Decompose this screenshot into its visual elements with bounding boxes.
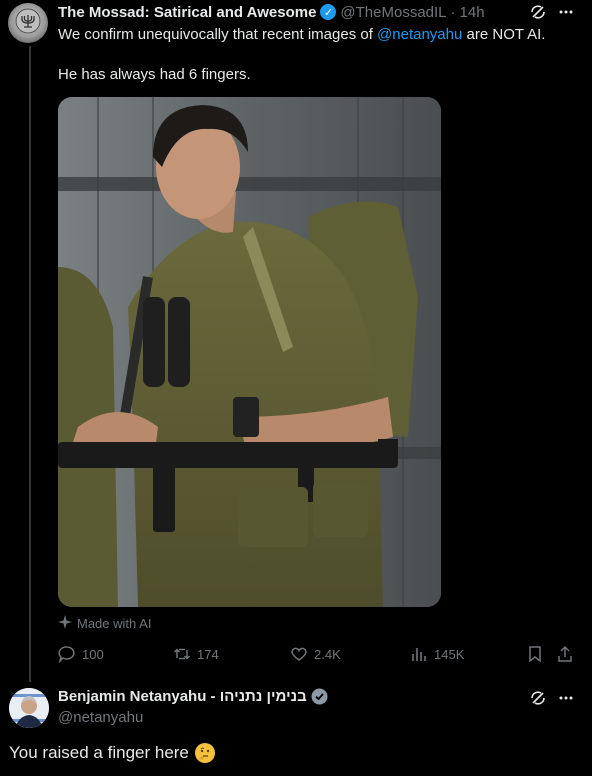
ai-sparkle-icon <box>58 615 72 632</box>
mention-link[interactable]: @netanyahu <box>377 26 462 43</box>
netanyahu-avatar[interactable] <box>9 688 49 728</box>
verified-badge-icon: ✓ <box>320 4 337 20</box>
netanyahu-photo-icon <box>9 688 49 728</box>
tweet-text-line2: He has always had 6 fingers. <box>58 66 251 83</box>
made-with-ai-label[interactable]: Made with AI <box>58 615 151 632</box>
views-count: 145K <box>434 646 465 662</box>
reply-handle[interactable]: @netanyahu <box>58 709 143 726</box>
bookmark-button[interactable] <box>526 645 544 663</box>
thread-connector-line <box>29 46 31 682</box>
thinking-face-icon <box>194 743 215 763</box>
like-count: 2.4K <box>314 646 341 662</box>
tweet-action-bar: 100 174 2.4K 145K <box>58 645 578 667</box>
repost-count: 174 <box>197 646 219 662</box>
author-name[interactable]: The Mossad: Satirical and Awesome <box>58 4 316 21</box>
reply-text: You raised a finger here <box>9 743 215 763</box>
bookmark-icon <box>529 646 541 663</box>
reply-button[interactable]: 100 <box>58 645 104 663</box>
reply-more-options-icon[interactable] <box>557 689 575 710</box>
tweet-text-line1-end: are NOT AI. <box>462 26 546 43</box>
share-icon <box>558 645 572 662</box>
gov-verified-badge-icon <box>311 688 328 705</box>
reply-text-content: You raised a finger here <box>9 743 189 762</box>
views-button[interactable]: 145K <box>410 645 464 663</box>
reply-header: Benjamin Netanyahu - בנימין נתניהו <box>58 688 328 705</box>
heart-icon <box>291 647 307 661</box>
reply-icon <box>58 646 75 663</box>
soldier-photo-icon <box>58 97 441 607</box>
timestamp[interactable]: 14h <box>460 4 485 21</box>
author-handle[interactable]: @TheMossadIL <box>340 4 446 21</box>
reply-author-name[interactable]: Benjamin Netanyahu - בנימין נתניהו <box>58 688 307 705</box>
share-button[interactable] <box>556 645 574 663</box>
grok-icon[interactable] <box>529 3 547 26</box>
separator-dot: · <box>450 3 456 21</box>
like-button[interactable]: 2.4K <box>290 645 341 663</box>
tweet-header: The Mossad: Satirical and Awesome ✓ @The… <box>58 2 485 22</box>
analytics-icon <box>412 648 426 661</box>
tweet-text-line1-start: We confirm unequivocally that recent ima… <box>58 26 378 43</box>
reply-count: 100 <box>82 646 104 662</box>
repost-icon <box>173 648 191 660</box>
reply-grok-icon[interactable] <box>529 689 547 712</box>
more-options-icon[interactable] <box>557 3 575 24</box>
tweet-image[interactable] <box>58 97 441 607</box>
menorah-emblem-icon <box>15 8 41 39</box>
repost-button[interactable]: 174 <box>173 645 219 663</box>
mossad-avatar[interactable] <box>8 3 48 43</box>
tweet-text: We confirm unequivocally that recent ima… <box>58 25 578 85</box>
made-with-ai-text: Made with AI <box>77 616 152 631</box>
